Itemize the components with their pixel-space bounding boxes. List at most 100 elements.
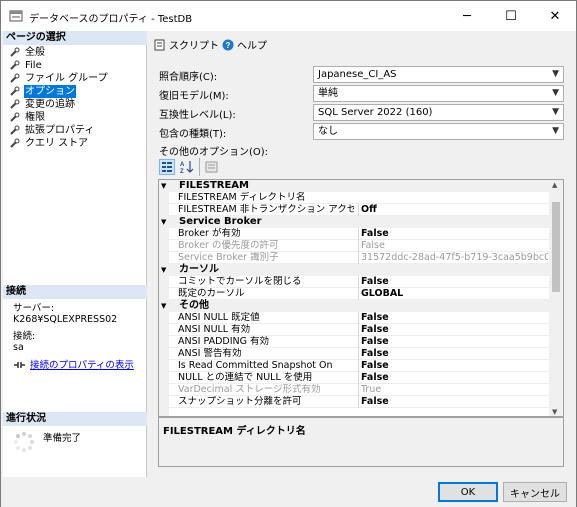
property-row[interactable]: ANSI NULL 既定値 False (169, 312, 550, 324)
page-item-label: 拡張プロパティ (25, 125, 95, 136)
property-name: NULL との連結で NULL を使用 (178, 372, 313, 383)
scroll-up-icon[interactable]: ▲ (552, 181, 557, 189)
page-item-general[interactable]: 全般 (9, 46, 46, 59)
scrollbar-thumb[interactable] (552, 202, 560, 292)
property-row[interactable]: スナップショット分離を許可 False (169, 396, 550, 408)
property-name: コミットでカーソルを閉じる (178, 276, 302, 287)
categorized-icon (162, 162, 172, 172)
category-service-broker[interactable]: ▼ Service Broker (159, 216, 550, 228)
svg-text:Z: Z (180, 169, 184, 175)
close-button[interactable]: ✕ (534, 1, 576, 31)
category-cursor[interactable]: ▼ カーソル (159, 264, 550, 276)
recovery-model-value: 単純 (318, 88, 338, 99)
connection-value: sa (13, 342, 24, 353)
recovery-model-select[interactable]: 単純 ▼ (313, 85, 564, 102)
button-bar: OK キャンセル (1, 477, 576, 507)
alphabetical-button[interactable]: A Z (179, 159, 195, 175)
minimize-button[interactable]: ─ (446, 1, 488, 31)
category-misc[interactable]: ▼ その他 (159, 300, 550, 312)
property-row[interactable]: FILESTREAM ディレクトリ名 (169, 192, 550, 204)
property-name: ANSI 警告有効 (178, 348, 242, 359)
property-value: True (358, 384, 548, 396)
categorized-button[interactable] (159, 159, 175, 175)
collapse-icon[interactable]: ▼ (161, 216, 166, 228)
connection-plug-icon (14, 362, 25, 368)
property-row[interactable]: Broker が有効 False (169, 228, 550, 240)
category-title: カーソル (179, 264, 219, 275)
wrench-icon (10, 86, 20, 96)
maximize-button[interactable]: ☐ (490, 1, 532, 31)
other-options-label: その他のオプション(O): (159, 147, 269, 158)
property-name: FILESTREAM 非トランザクション アクセス (178, 204, 354, 215)
property-grid[interactable]: ▼ FILESTREAM FILESTREAM ディレクトリ名 FILESTRE… (158, 179, 564, 417)
property-name: ANSI PADDING 有効 (178, 336, 269, 347)
page-item-label: 全般 (25, 47, 45, 58)
property-value[interactable]: False (358, 372, 548, 384)
page-item-options[interactable]: オプション (9, 85, 76, 98)
compat-level-label: 互換性レベル(L): (159, 110, 236, 121)
property-value[interactable]: False (358, 276, 548, 288)
progress-spinner-icon (14, 432, 34, 452)
page-item-query-store[interactable]: クエリ ストア (9, 137, 89, 150)
category-filestream[interactable]: ▼ FILESTREAM (159, 180, 550, 192)
help-button[interactable]: ? ヘルプ (222, 37, 267, 52)
chevron-down-icon: ▼ (552, 69, 559, 79)
database-properties-icon (9, 10, 23, 22)
property-value[interactable]: Off (358, 204, 548, 216)
property-value[interactable]: False (358, 336, 548, 348)
page-item-extended-properties[interactable]: 拡張プロパティ (9, 124, 95, 137)
script-label: スクリプト (169, 41, 219, 52)
property-value[interactable]: False (358, 228, 548, 240)
property-value[interactable]: False (358, 360, 548, 372)
window-title: データベースのプロパティ - TestDB (29, 14, 193, 25)
grid-scrollbar[interactable]: ▲ ▼ (549, 180, 563, 416)
help-label: ヘルプ (237, 41, 267, 52)
property-value[interactable]: False (358, 312, 548, 324)
page-item-change-tracking[interactable]: 変更の追跡 (9, 98, 76, 111)
page-item-filegroups[interactable]: ファイル グループ (9, 72, 109, 85)
property-row: VarDecimal ストレージ形式有効 True (169, 384, 550, 396)
property-name: スナップショット分離を許可 (178, 396, 302, 407)
property-name: Broker が有効 (178, 228, 241, 239)
server-value: K268¥SQLEXPRESS02 (13, 314, 118, 325)
containment-value: なし (318, 126, 338, 137)
compat-level-select[interactable]: SQL Server 2022 (160) ▼ (313, 104, 564, 121)
property-row[interactable]: FILESTREAM 非トランザクション アクセス Off (169, 204, 550, 216)
property-value[interactable]: False (358, 348, 548, 360)
page-item-label: クエリ ストア (25, 138, 89, 149)
property-value[interactable]: False (358, 396, 548, 408)
property-row[interactable]: 既定のカーソル GLOBAL (169, 288, 550, 300)
collapse-icon[interactable]: ▼ (161, 180, 166, 192)
property-value: False (358, 240, 548, 252)
page-item-file[interactable]: File (9, 59, 43, 72)
cancel-button[interactable]: キャンセル (503, 482, 567, 502)
scroll-down-icon[interactable]: ▼ (552, 408, 557, 416)
property-row[interactable]: ANSI PADDING 有効 False (169, 336, 550, 348)
property-row[interactable]: Is Read Committed Snapshot On False (169, 360, 550, 372)
connection-properties-link[interactable]: 接続のプロパティの表示 (30, 360, 134, 371)
property-row[interactable]: NULL との連結で NULL を使用 False (169, 372, 550, 384)
category-title: その他 (179, 300, 209, 311)
compat-level-value: SQL Server 2022 (160) (318, 107, 433, 118)
property-value[interactable]: GLOBAL (358, 288, 548, 300)
ok-button[interactable]: OK (438, 482, 498, 502)
wrench-icon (10, 125, 20, 135)
property-pages-button[interactable] (204, 159, 220, 175)
page-item-label: 権限 (25, 112, 45, 123)
property-row[interactable]: コミットでカーソルを閉じる False (169, 276, 550, 288)
collation-value: Japanese_CI_AS (318, 69, 397, 80)
property-name: Service Broker 識別子 (178, 252, 279, 263)
property-row[interactable]: ANSI 警告有効 False (169, 348, 550, 360)
property-pages-icon (205, 161, 218, 173)
wrench-icon (10, 47, 20, 57)
property-value[interactable]: False (358, 324, 548, 336)
containment-select[interactable]: なし ▼ (313, 123, 564, 140)
collapse-icon[interactable]: ▼ (161, 264, 166, 276)
collapse-icon[interactable]: ▼ (161, 300, 166, 312)
property-value: 31572ddc-28ad-47f5-b719-3caa5b9bc0df (358, 252, 548, 264)
property-row[interactable]: ANSI NULL 有効 False (169, 324, 550, 336)
collation-select[interactable]: Japanese_CI_AS ▼ (313, 66, 564, 83)
chevron-down-icon: ▼ (552, 126, 559, 136)
page-item-permissions[interactable]: 権限 (9, 111, 46, 124)
connection-header: 接続 (3, 285, 147, 299)
